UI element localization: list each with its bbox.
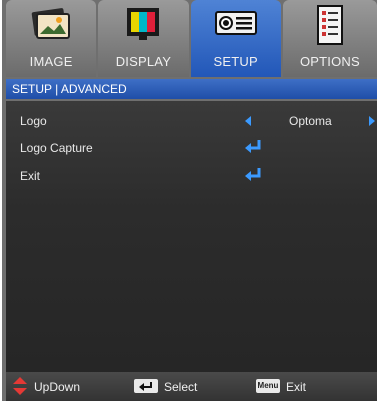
tab-image-label: IMAGE [29, 54, 73, 69]
tab-display[interactable]: DISPLAY [98, 0, 189, 77]
exit-hint: Exit [286, 380, 307, 394]
tab-setup[interactable]: SETUP [190, 0, 281, 77]
menu-item-logo-capture[interactable]: Logo Capture [6, 135, 377, 161]
tab-bar: IMAGE DISPLAY SETUP OPTIONS [6, 0, 378, 77]
tab-image[interactable]: IMAGE [6, 0, 97, 77]
osd-menu: IMAGE DISPLAY SETUP OPTIONS SETUP | ADVA… [2, 0, 378, 401]
footer-hint-bar: UpDown Select Menu Exit [6, 372, 377, 401]
enter-icon [244, 139, 262, 158]
tab-setup-label: SETUP [213, 54, 258, 69]
breadcrumb: SETUP | ADVANCED [6, 79, 377, 99]
tab-options[interactable]: OPTIONS [282, 0, 378, 77]
arrow-left-icon[interactable] [245, 116, 251, 126]
menu-item-logo[interactable]: Logo Optoma [6, 108, 377, 134]
select-hint: Select [164, 380, 198, 394]
projector-icon [213, 4, 259, 47]
menu-item-label: Logo Capture [20, 141, 93, 155]
enter-icon [244, 167, 262, 186]
menu-item-exit[interactable]: Exit [6, 163, 377, 189]
menu-item-label: Exit [20, 169, 41, 183]
updown-icon [12, 377, 28, 398]
menu-item-value: Optoma [289, 114, 332, 128]
image-icon [31, 4, 71, 47]
menu-key-icon: Menu [256, 379, 280, 393]
menu-list: Logo Optoma Logo Capture Exit [6, 101, 377, 372]
updown-hint: UpDown [34, 380, 81, 394]
tab-options-label: OPTIONS [299, 54, 360, 69]
enter-key-icon [134, 379, 158, 393]
display-icon [123, 4, 163, 47]
arrow-right-icon[interactable] [369, 116, 375, 126]
tab-display-label: DISPLAY [115, 54, 172, 69]
menu-item-label: Logo [20, 114, 47, 128]
options-icon [314, 4, 346, 49]
